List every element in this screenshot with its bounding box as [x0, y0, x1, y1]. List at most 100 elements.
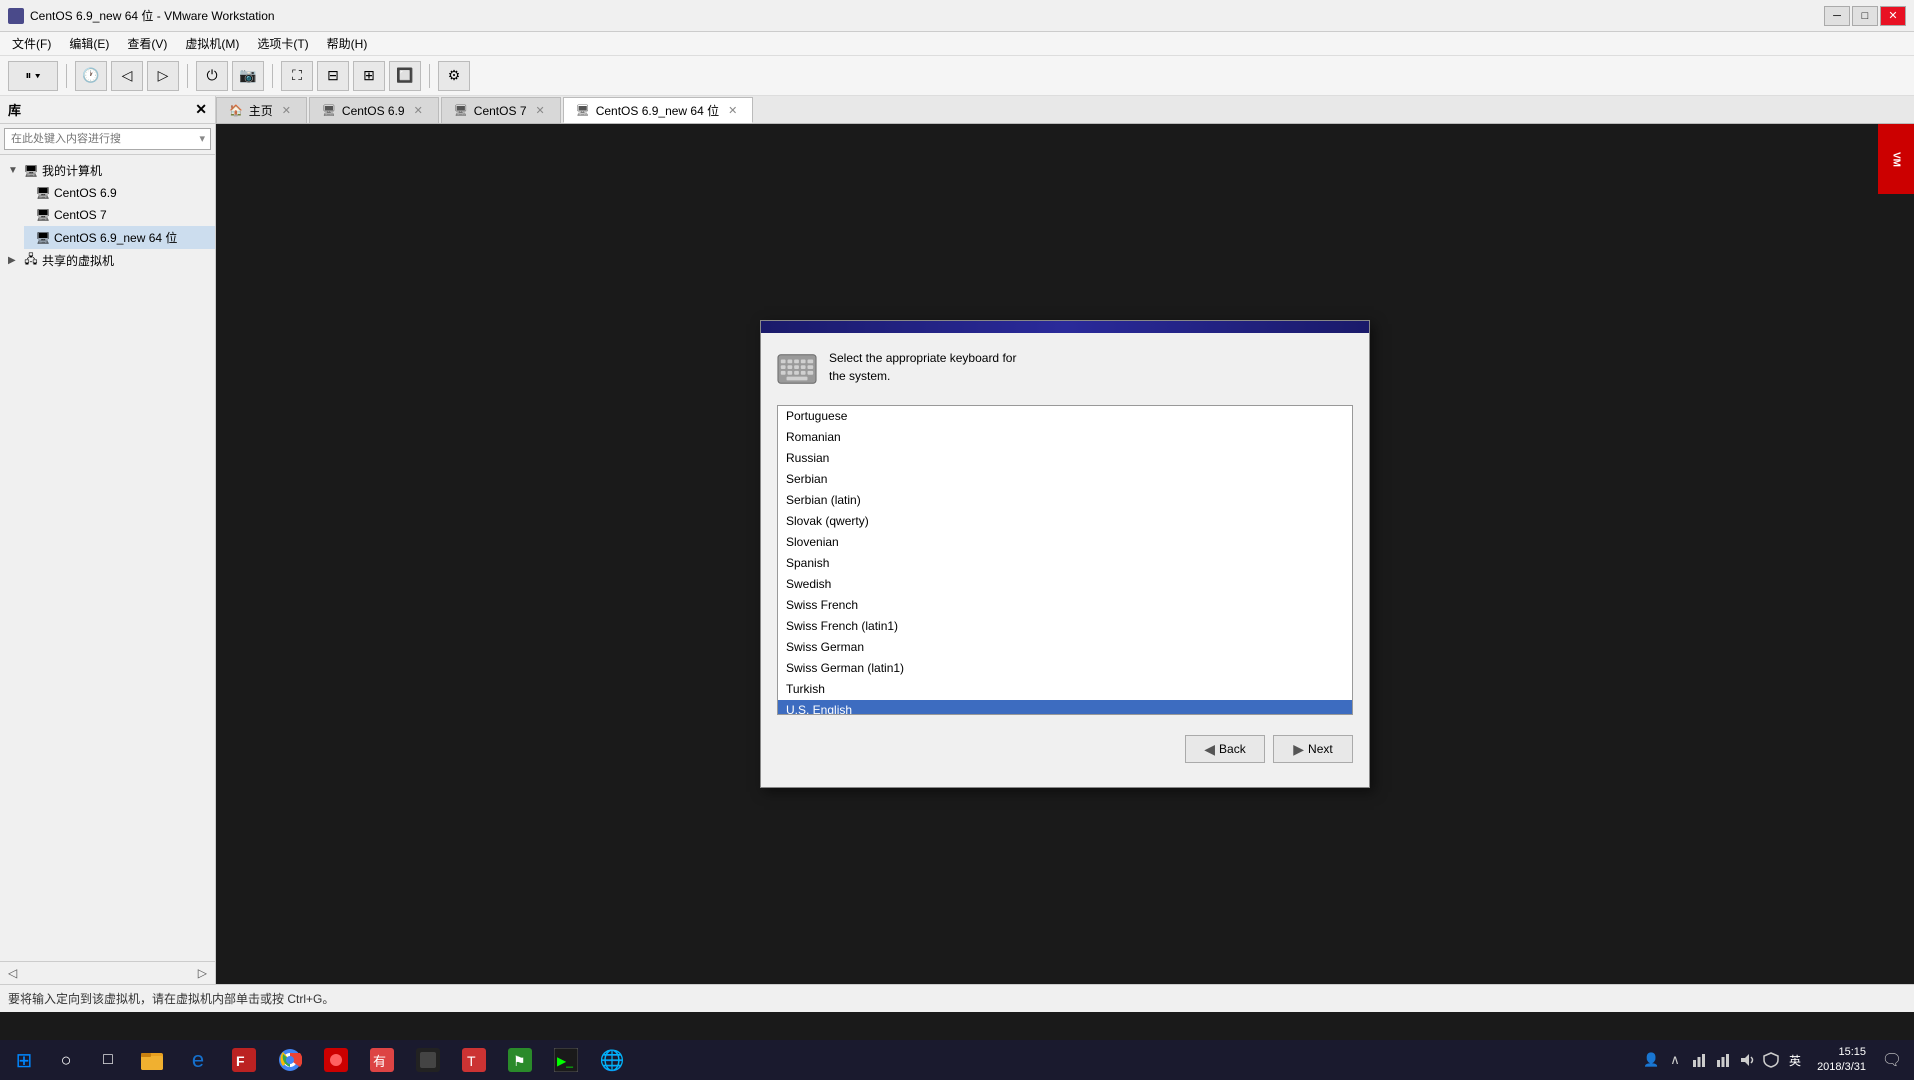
list-item-swiss-french[interactable]: Swiss French: [778, 595, 1352, 616]
title-bar-left: CentOS 6.9_new 64 位 - VMware Workstation: [8, 7, 275, 24]
toolbar-forward-btn[interactable]: ▷: [147, 61, 179, 91]
sidebar-item-my-computer[interactable]: ▼ 🖥 我的计算机: [0, 159, 215, 182]
dialog-description: Select the appropriate keyboard forthe s…: [829, 349, 1016, 385]
red2-app-icon: T: [460, 1046, 488, 1074]
tab-centos7-close[interactable]: ✕: [533, 103, 548, 118]
vm-icon-centos7: 🖥: [35, 207, 51, 223]
globe-icon: 🌐: [598, 1046, 626, 1074]
maximize-button[interactable]: □: [1852, 6, 1878, 26]
list-item-portuguese[interactable]: Portuguese: [778, 406, 1352, 427]
toolbar-back-btn[interactable]: ◁: [111, 61, 143, 91]
tab-centos69[interactable]: 🖥 CentOS 6.9 ✕: [309, 97, 439, 123]
menu-tab[interactable]: 选项卡(T): [249, 33, 316, 54]
list-item-turkish[interactable]: Turkish: [778, 679, 1352, 700]
vm-icon-centos69: 🖥: [35, 185, 51, 201]
back-button[interactable]: ◀ Back: [1185, 735, 1265, 763]
taskbar-clock[interactable]: 15:15 2018/3/31: [1811, 1045, 1872, 1076]
toolbar-unity-btn[interactable]: 🔲: [389, 61, 421, 91]
start-button[interactable]: ⊞: [4, 1042, 44, 1078]
tab-home-label: 主页: [249, 102, 273, 119]
tab-centos69-close[interactable]: ✕: [411, 103, 426, 118]
list-item-us-english[interactable]: U.S. English: [778, 700, 1352, 715]
scroll-right-icon[interactable]: ▷: [194, 964, 211, 982]
taskbar-ie-btn[interactable]: e: [176, 1042, 220, 1078]
tab-centos7-icon: 🖥: [454, 104, 468, 117]
list-item-serbian[interactable]: Serbian: [778, 469, 1352, 490]
status-text: 要将输入定向到该虚拟机，请在虚拟机内部单击或按 Ctrl+G。: [8, 990, 334, 1007]
list-item-serbian-latin[interactable]: Serbian (latin): [778, 490, 1352, 511]
tray-network-icon2[interactable]: [1713, 1050, 1733, 1070]
list-item-swiss-french-latin1[interactable]: Swiss French (latin1): [778, 616, 1352, 637]
list-item-swedish[interactable]: Swedish: [778, 574, 1352, 595]
youdao-icon: 有: [368, 1046, 396, 1074]
taskbar-explorer-btn[interactable]: [130, 1042, 174, 1078]
tab-centos69-new-close[interactable]: ✕: [725, 103, 740, 118]
vmware-icon: [8, 8, 24, 24]
tab-home-close[interactable]: ✕: [279, 103, 294, 118]
sidebar: 库 ✕ ▾ ▼ 🖥 我的计算机 🖥 CentOS 6.9 🖥 CentOS 7: [0, 96, 216, 984]
tray-volume-icon[interactable]: [1737, 1050, 1757, 1070]
taskbar-taskview-btn[interactable]: □: [88, 1042, 128, 1078]
taskbar-app7-btn[interactable]: [406, 1042, 450, 1078]
tray-show-hidden-icon[interactable]: ∧: [1665, 1050, 1685, 1070]
sidebar-close-icon[interactable]: ✕: [195, 101, 207, 118]
taskbar-app8-btn[interactable]: T: [452, 1042, 496, 1078]
tab-centos7[interactable]: 🖥 CentOS 7 ✕: [441, 97, 561, 123]
toolbar-minimize-guest-btn[interactable]: ⊟: [317, 61, 349, 91]
list-item-swiss-german[interactable]: Swiss German: [778, 637, 1352, 658]
sidebar-item-centos69[interactable]: 🖥 CentOS 6.9: [24, 182, 215, 204]
sidebar-item-centos7[interactable]: 🖥 CentOS 7: [24, 204, 215, 226]
sidebar-item-shared-vms[interactable]: ▶ 🖧 共享的虚拟机: [0, 249, 215, 272]
tree-toggle-my-computer[interactable]: ▼: [8, 165, 20, 176]
taskbar-search-btn[interactable]: ○: [46, 1042, 86, 1078]
scroll-left-icon[interactable]: ◁: [4, 964, 21, 982]
taskbar-youdao-btn[interactable]: 有: [360, 1042, 404, 1078]
notification-button[interactable]: 🗨: [1874, 1042, 1910, 1078]
taskbar-app9-btn[interactable]: ⚑: [498, 1042, 542, 1078]
sidebar-item-centos69-new[interactable]: 🖥 CentOS 6.9_new 64 位: [24, 226, 215, 249]
toolbar-stretch-btn[interactable]: ⊞: [353, 61, 385, 91]
terminal-icon: ▶_: [552, 1046, 580, 1074]
list-item-slovenian[interactable]: Slovenian: [778, 532, 1352, 553]
ime-indicator[interactable]: 英: [1785, 1052, 1805, 1069]
sidebar-tree: ▼ 🖥 我的计算机 🖥 CentOS 6.9 🖥 CentOS 7 🖥 Cent…: [0, 155, 215, 961]
menu-file[interactable]: 文件(F): [4, 33, 59, 54]
taskbar-app5-btn[interactable]: [314, 1042, 358, 1078]
sidebar-search-input[interactable]: [4, 128, 211, 150]
list-item-swiss-german-latin1[interactable]: Swiss German (latin1): [778, 658, 1352, 679]
keyboard-list[interactable]: Portuguese Romanian Russian Serbian Serb…: [777, 405, 1353, 715]
list-item-slovak[interactable]: Slovak (qwerty): [778, 511, 1352, 532]
tray-network-icon1[interactable]: [1689, 1050, 1709, 1070]
list-item-russian[interactable]: Russian: [778, 448, 1352, 469]
taskbar-globe-btn[interactable]: 🌐: [590, 1042, 634, 1078]
taskbar-terminal-btn[interactable]: ▶_: [544, 1042, 588, 1078]
taskbar-chrome-btn[interactable]: [268, 1042, 312, 1078]
menu-vm[interactable]: 虚拟机(M): [177, 33, 247, 54]
sidebar-header: 库 ✕: [0, 96, 215, 124]
tree-toggle-shared[interactable]: ▶: [8, 255, 20, 266]
taskbar-filezilla-btn[interactable]: F: [222, 1042, 266, 1078]
toolbar-settings-btn[interactable]: ⚙: [438, 61, 470, 91]
keyboard-svg-icon: [777, 353, 817, 385]
tray-security-icon[interactable]: [1761, 1050, 1781, 1070]
list-item-romanian[interactable]: Romanian: [778, 427, 1352, 448]
menu-bar: 文件(F) 编辑(E) 查看(V) 虚拟机(M) 选项卡(T) 帮助(H): [0, 32, 1914, 56]
tray-user-icon[interactable]: 👤: [1641, 1050, 1661, 1070]
menu-edit[interactable]: 编辑(E): [61, 33, 117, 54]
toolbar-snapshot-btn[interactable]: 📷: [232, 61, 264, 91]
toolbar-power-btn[interactable]: ⏻: [196, 61, 228, 91]
next-icon: ▶: [1293, 741, 1304, 758]
list-item-spanish[interactable]: Spanish: [778, 553, 1352, 574]
toolbar-sep-3: [272, 64, 273, 88]
tab-centos69-new[interactable]: 🖥 CentOS 6.9_new 64 位 ✕: [563, 97, 754, 123]
menu-help[interactable]: 帮助(H): [319, 33, 376, 54]
toolbar-history-btn[interactable]: 🕐: [75, 61, 107, 91]
sidebar-centos69-new-label: CentOS 6.9_new 64 位: [54, 229, 177, 246]
minimize-button[interactable]: ─: [1824, 6, 1850, 26]
menu-view[interactable]: 查看(V): [119, 33, 175, 54]
toolbar-fullscreen-btn[interactable]: ⛶: [281, 61, 313, 91]
next-button[interactable]: ▶ Next: [1273, 735, 1353, 763]
tab-home[interactable]: 🏠 主页 ✕: [216, 97, 307, 123]
close-button[interactable]: ✕: [1880, 6, 1906, 26]
toolbar-pause-btn[interactable]: ⏸ ▾: [8, 61, 58, 91]
